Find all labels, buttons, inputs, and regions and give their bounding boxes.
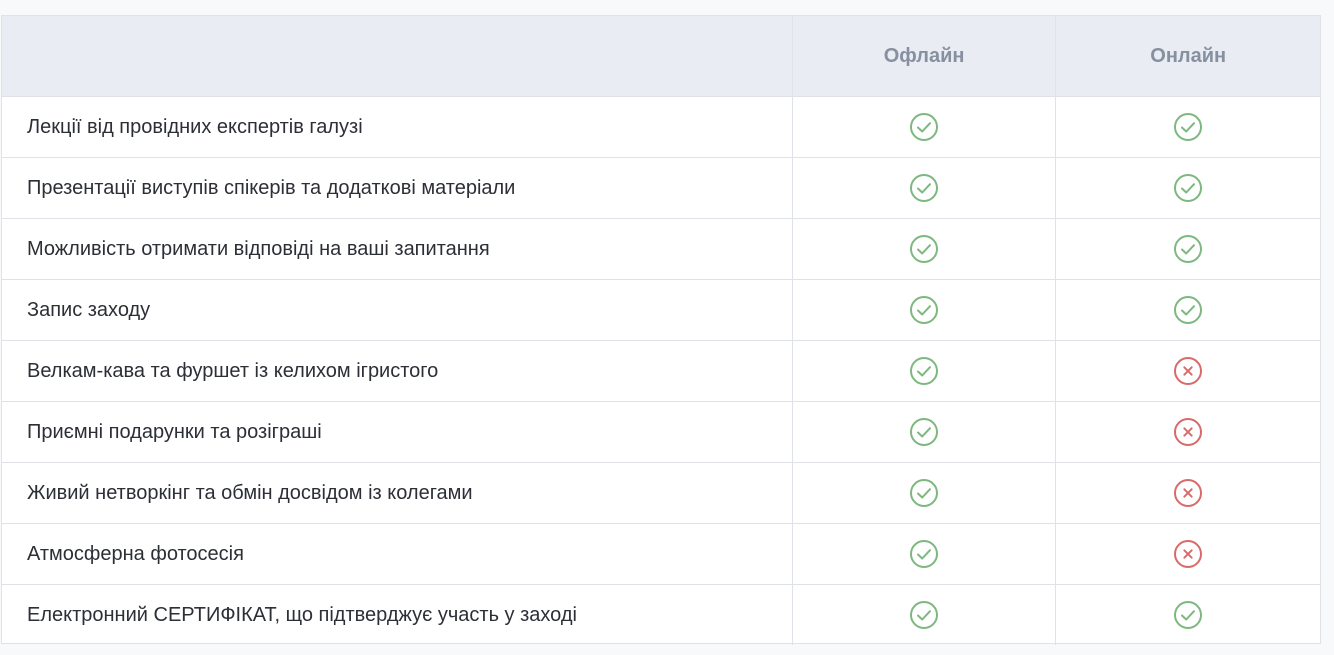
feature-label: Можливість отримати відповіді на ваші за… <box>2 219 793 279</box>
online-cell <box>1056 524 1320 584</box>
feature-label: Велкам-кава та фуршет із келихом ігристо… <box>2 341 793 401</box>
online-cell <box>1056 463 1320 523</box>
online-cell <box>1056 341 1320 401</box>
online-cell <box>1056 585 1320 645</box>
cross-circle-icon <box>1174 540 1203 568</box>
feature-label: Приємні подарунки та розіграші <box>2 402 793 462</box>
check-circle-icon <box>1174 601 1203 629</box>
online-cell <box>1056 97 1320 157</box>
feature-label: Запис заходу <box>2 280 793 340</box>
feature-label: Живий нетворкінг та обмін досвідом із ко… <box>2 463 793 523</box>
offline-cell <box>793 280 1057 340</box>
check-circle-icon <box>910 235 939 263</box>
check-circle-icon <box>910 296 939 324</box>
check-circle-icon <box>1174 235 1203 263</box>
table-row: Живий нетворкінг та обмін досвідом із ко… <box>2 463 1320 524</box>
feature-label: Електронний СЕРТИФІКАТ, що підтверджує у… <box>2 585 793 645</box>
offline-cell <box>793 585 1057 645</box>
offline-cell <box>793 158 1057 218</box>
table-row: Велкам-кава та фуршет із келихом ігристо… <box>2 341 1320 402</box>
online-cell <box>1056 280 1320 340</box>
table-row: Запис заходу <box>2 280 1320 341</box>
table-row: Атмосферна фотосесія <box>2 524 1320 585</box>
offline-cell <box>793 402 1057 462</box>
feature-label: Атмосферна фотосесія <box>2 524 793 584</box>
table-row: Можливість отримати відповіді на ваші за… <box>2 219 1320 280</box>
table-row: Презентації виступів спікерів та додатко… <box>2 158 1320 219</box>
check-circle-icon <box>910 418 939 446</box>
offline-cell <box>793 524 1057 584</box>
cross-circle-icon <box>1174 418 1203 446</box>
cross-circle-icon <box>1174 357 1203 385</box>
check-circle-icon <box>1174 296 1203 324</box>
feature-label: Лекції від провідних експертів галузі <box>2 97 793 157</box>
check-circle-icon <box>910 601 939 629</box>
offline-cell <box>793 463 1057 523</box>
check-circle-icon <box>910 540 939 568</box>
offline-cell <box>793 219 1057 279</box>
comparison-table: Офлайн Онлайн Лекції від провідних експе… <box>1 15 1321 645</box>
header-feature-cell <box>2 16 793 96</box>
header-online: Онлайн <box>1150 44 1227 67</box>
table-row: Лекції від провідних експертів галузі <box>2 97 1320 158</box>
feature-label: Презентації виступів спікерів та додатко… <box>2 158 793 218</box>
check-circle-icon <box>1174 113 1203 141</box>
offline-cell <box>793 97 1057 157</box>
online-cell <box>1056 158 1320 218</box>
offline-cell <box>793 341 1057 401</box>
cross-circle-icon <box>1174 479 1203 507</box>
table-row: Приємні подарунки та розіграші <box>2 402 1320 463</box>
table-header: Офлайн Онлайн <box>2 16 1320 97</box>
table-row: Електронний СЕРТИФІКАТ, що підтверджує у… <box>2 585 1320 645</box>
header-offline: Офлайн <box>793 16 1057 96</box>
online-cell <box>1056 402 1320 462</box>
check-circle-icon <box>910 113 939 141</box>
check-circle-icon <box>910 479 939 507</box>
online-cell <box>1056 219 1320 279</box>
check-circle-icon <box>910 357 939 385</box>
check-circle-icon <box>910 174 939 202</box>
check-circle-icon <box>1174 174 1203 202</box>
